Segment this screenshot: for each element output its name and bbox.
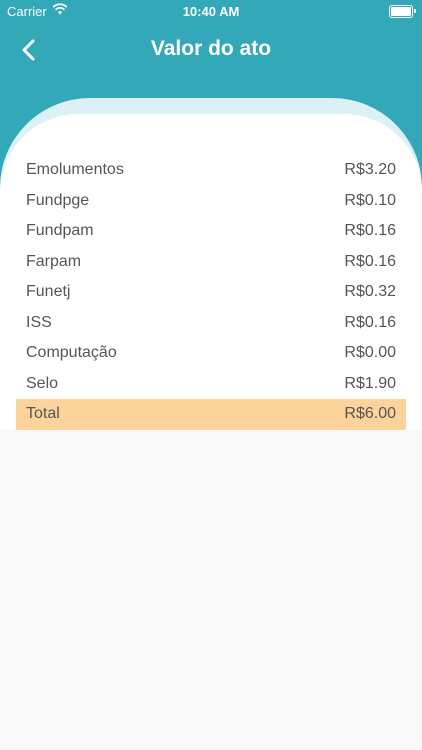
status-time: 10:40 AM	[182, 4, 240, 19]
fee-label: Fundpam	[26, 222, 94, 239]
fee-value: R$0.32	[344, 283, 396, 300]
list-item: Fundpge R$0.10	[16, 186, 406, 217]
page-title: Valor do ato	[150, 37, 272, 60]
fee-label: ISS	[26, 313, 52, 331]
list-item: Fundpam R$0.16	[16, 216, 406, 247]
fee-value: R$0.16	[344, 222, 396, 239]
fees-list: Emolumentos R$3.20 Fundpge R$0.10 Fundpa…	[16, 155, 406, 430]
fee-value: R$3.20	[344, 161, 396, 178]
list-item: Farpam R$0.16	[16, 247, 406, 278]
fee-value: R$0.16	[344, 252, 396, 270]
list-item: ISS R$0.16	[16, 308, 406, 339]
total-value: R$6.00	[344, 405, 396, 422]
fee-value: R$0.10	[344, 191, 396, 209]
list-item: Funetj R$0.32	[16, 277, 406, 308]
status-bar: Carrier 10:40 AM	[0, 0, 422, 22]
total-row: Total R$6.00	[16, 399, 406, 430]
fee-label: Farpam	[26, 252, 82, 270]
list-item: Emolumentos R$3.20	[16, 155, 406, 186]
list-item: Selo R$1.90	[16, 369, 406, 400]
fee-label: Funetj	[26, 283, 71, 300]
fee-label: Emolumentos	[26, 161, 124, 178]
battery-icon	[389, 5, 416, 18]
total-label: Total	[26, 405, 60, 422]
fee-label: Fundpge	[26, 191, 90, 209]
fee-label: Computação	[26, 344, 117, 361]
fee-value: R$0.00	[344, 344, 396, 361]
fee-label: Selo	[26, 374, 59, 392]
nav-header: Carrier 10:40 AM Valor do ato	[0, 0, 422, 78]
fee-value: R$0.16	[344, 313, 396, 331]
list-item: Computação R$0.00	[16, 338, 406, 369]
fee-value: R$1.90	[344, 374, 396, 392]
